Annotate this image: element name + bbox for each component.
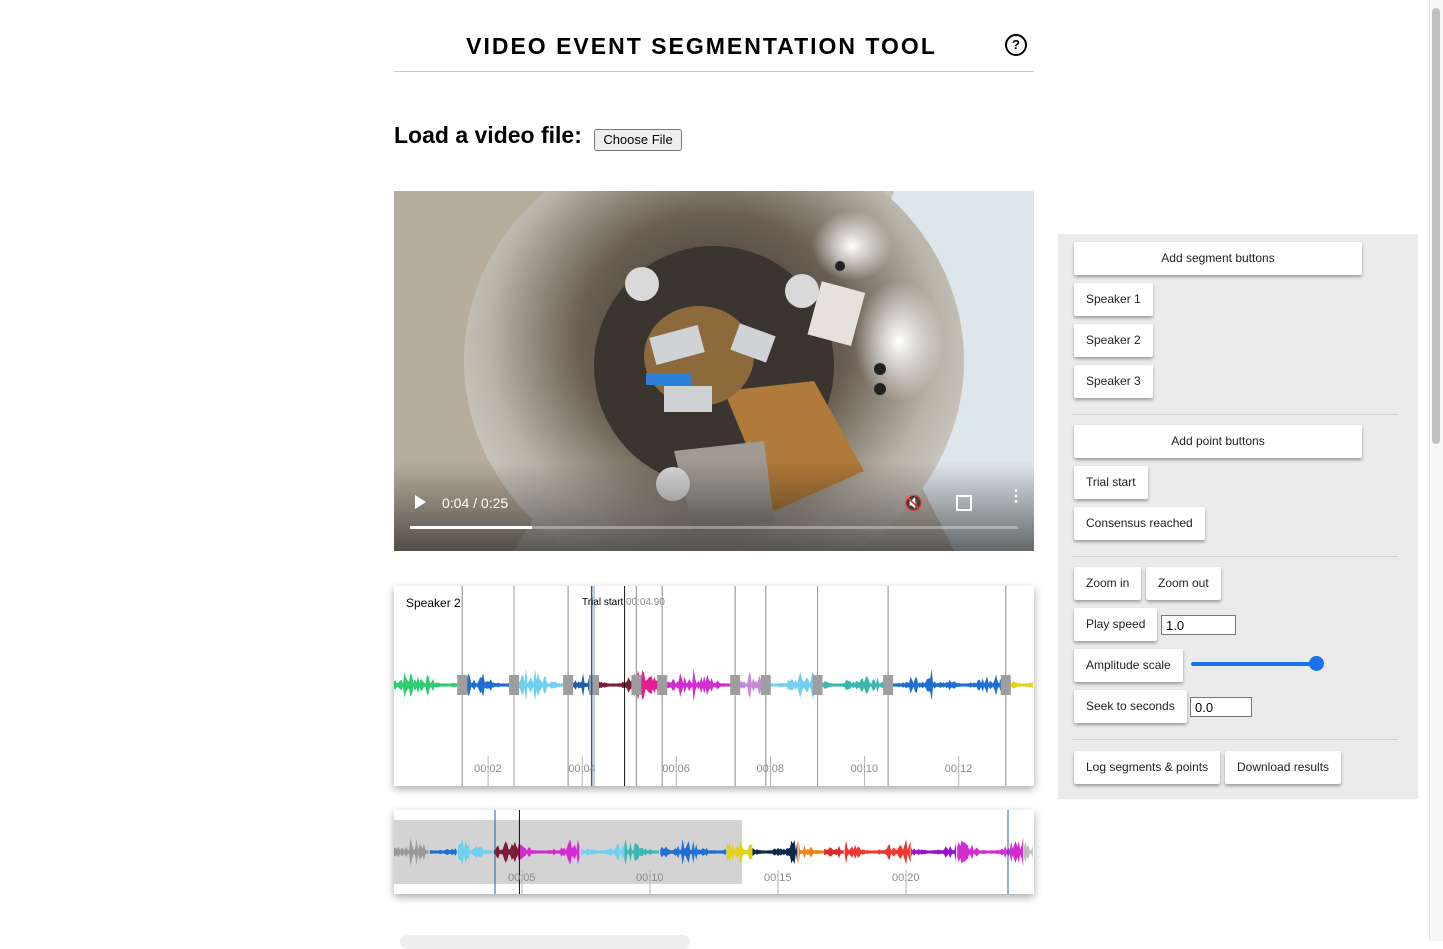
zoom-tick-label: 00:08 (756, 763, 784, 775)
zoom-tick-label: 00:02 (474, 763, 502, 775)
zoom-segment-6[interactable] (662, 668, 735, 702)
zoom-tick-label: 00:06 (662, 763, 690, 775)
add-segment-buttons-button[interactable]: Add segment buttons (1074, 242, 1362, 275)
segment-handle[interactable] (883, 675, 894, 695)
speaker-2-button[interactable]: Speaker 2 (1074, 324, 1153, 357)
header-divider (394, 71, 1034, 72)
point-marker-label[interactable]: Trial start (582, 597, 623, 608)
play-speed-input[interactable] (1161, 615, 1236, 635)
more-vert-icon[interactable]: ⋮ (1008, 489, 1024, 505)
seek-to-seconds-button[interactable]: Seek to seconds (1074, 690, 1187, 723)
zoom-tick-label: 00:04 (568, 763, 596, 775)
divider (1072, 556, 1398, 557)
video-player[interactable]: 0:04 / 0:25 🔇 ⋮ (394, 191, 1034, 551)
overview-tick-label: 00:15 (764, 872, 792, 884)
segment-handle[interactable] (657, 675, 668, 695)
zoomview-waveform[interactable] (394, 586, 1034, 786)
overview-segment-14[interactable] (957, 837, 1024, 867)
zoom-segment-0[interactable] (394, 672, 462, 698)
overview-waveform[interactable] (394, 810, 1034, 894)
speaker-3-button[interactable]: Speaker 3 (1074, 365, 1153, 398)
play-icon[interactable] (415, 495, 426, 509)
overview-segment-9[interactable] (752, 839, 798, 865)
page-scrollbar-thumb[interactable] (1432, 8, 1440, 444)
segment-handle[interactable] (509, 675, 519, 695)
fullscreen-icon[interactable] (956, 495, 972, 511)
seek-seconds-input[interactable] (1190, 697, 1252, 717)
segment-label: Speaker 2 (406, 596, 461, 610)
waveform-zoomview[interactable]: Speaker 2 Trial start 00:04.90 00:02 00:0… (394, 586, 1034, 786)
overview-segment-13[interactable] (911, 842, 957, 862)
overview-segment-15[interactable] (1023, 842, 1033, 862)
log-segments-button[interactable]: Log segments & points (1074, 751, 1221, 784)
video-time-display: 0:04 / 0:25 (442, 495, 509, 511)
zoom-in-button[interactable]: Zoom in (1074, 567, 1142, 600)
overview-tick-label: 00:20 (892, 872, 920, 884)
overview-segment-11[interactable] (824, 845, 844, 859)
zoom-segment-8[interactable] (765, 671, 817, 699)
video-progress-fill (410, 526, 532, 529)
segment-handle[interactable] (457, 675, 468, 695)
video-progress-bar[interactable] (410, 526, 1018, 529)
mute-icon[interactable]: 🔇 (904, 494, 923, 512)
controls-panel: Add segment buttons Speaker 1 Speaker 2 … (1058, 234, 1418, 799)
segment-handle[interactable] (760, 675, 771, 695)
segment-handle[interactable] (730, 675, 741, 695)
choose-file-button[interactable]: Choose File (594, 129, 682, 151)
overview-tick-label: 00:05 (508, 872, 536, 884)
zoom-segment-9[interactable] (817, 675, 889, 695)
waveform-overview[interactable]: 00:05 00:10 00:15 00:20 (394, 810, 1034, 894)
segment-handle[interactable] (1000, 675, 1011, 695)
segment-handle[interactable] (631, 675, 642, 695)
speaker-1-button[interactable]: Speaker 1 (1074, 283, 1153, 316)
zoom-tick-label: 00:12 (944, 763, 973, 775)
zoom-segment-1[interactable] (462, 673, 514, 697)
amplitude-slider[interactable] (1191, 662, 1317, 666)
divider (1072, 414, 1398, 415)
bottom-panel-edge (400, 935, 690, 949)
zoom-segment-10[interactable] (888, 669, 1006, 701)
zoom-out-button[interactable]: Zoom out (1146, 567, 1221, 600)
zoom-segment-2[interactable] (514, 668, 568, 702)
segment-handle[interactable] (589, 675, 599, 695)
page-title: VIDEO EVENT SEGMENTATION TOOL (466, 33, 937, 59)
trial-start-button[interactable]: Trial start (1074, 466, 1148, 499)
consensus-reached-button[interactable]: Consensus reached (1074, 507, 1205, 540)
add-point-buttons-button[interactable]: Add point buttons (1074, 425, 1362, 458)
overview-segment-12[interactable] (844, 838, 911, 866)
segment-handle[interactable] (563, 675, 574, 695)
zoom-tick-label: 00:10 (850, 763, 879, 775)
load-video-label: Load a video file: (394, 122, 582, 148)
overview-segment-10[interactable] (798, 840, 824, 864)
amplitude-scale-button[interactable]: Amplitude scale (1074, 649, 1183, 682)
download-results-button[interactable]: Download results (1225, 751, 1342, 784)
divider (1072, 739, 1398, 740)
playhead-time-label: 00:04.90 (626, 597, 665, 608)
help-icon[interactable]: ? (1005, 34, 1027, 56)
play-speed-button[interactable]: Play speed (1074, 608, 1158, 641)
segment-handle[interactable] (812, 675, 823, 695)
overview-tick-label: 00:10 (636, 872, 664, 884)
zoom-segment-4[interactable] (594, 673, 636, 697)
amplitude-slider-thumb[interactable] (1309, 656, 1324, 671)
